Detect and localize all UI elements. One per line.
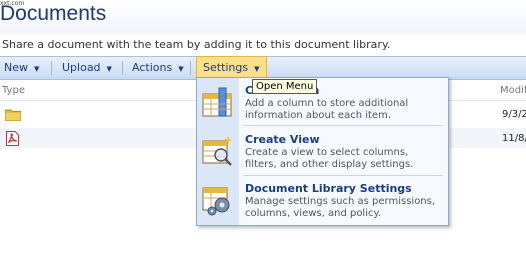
upload-button[interactable]: Upload ▼ (62, 57, 112, 79)
folder-icon (5, 109, 21, 121)
open-menu-tooltip: Open Menu (252, 79, 318, 94)
upload-button-label: Upload (62, 61, 101, 74)
modified-date: 9/3/2 (502, 109, 526, 120)
menu-item-title: Create View (245, 133, 320, 146)
toolbar-divider (122, 61, 123, 75)
menu-item-create-view[interactable]: Create View Create a view to select colu… (197, 129, 448, 173)
menu-item-description: Create a view to select columns, filters… (245, 147, 414, 170)
pdf-document-icon (6, 131, 19, 146)
menu-item-title: Document Library Settings (245, 182, 412, 195)
page-header: xxt.com Documents (0, 0, 526, 34)
create-view-icon (202, 136, 232, 166)
page-description: Share a document with the team by adding… (2, 38, 391, 51)
modified-date: 11/8/ (502, 133, 526, 144)
menu-item-description: Add a column to store additional informa… (245, 98, 409, 121)
chevron-down-icon: ▼ (254, 65, 260, 73)
column-header-modified[interactable]: Modifi (500, 85, 526, 96)
settings-button-label: Settings (203, 61, 249, 74)
column-header-type[interactable]: Type (2, 85, 25, 96)
menu-item-description: Manage settings such as permissions, col… (245, 196, 436, 219)
chevron-down-icon: ▼ (178, 65, 184, 73)
menu-divider (243, 125, 443, 126)
menu-divider (243, 175, 443, 176)
actions-button-label: Actions (132, 61, 173, 74)
library-settings-icon (202, 187, 230, 216)
toolbar-divider (190, 61, 191, 75)
settings-menu: Cmn Add a column to store additional inf… (196, 77, 449, 226)
chevron-down-icon: ▼ (106, 65, 112, 73)
new-button-label: New (4, 61, 28, 74)
page-title: Documents (0, 2, 107, 25)
new-button[interactable]: New ▼ (4, 57, 39, 79)
actions-button[interactable]: Actions ▼ (132, 57, 184, 79)
chevron-down-icon: ▼ (34, 65, 40, 73)
create-column-icon (202, 87, 232, 117)
toolbar-divider (51, 61, 52, 75)
menu-item-document-library-settings[interactable]: Document Library Settings Manage setting… (197, 178, 448, 222)
menu-item-create-column[interactable]: Cmn Add a column to store additional inf… (197, 80, 448, 124)
